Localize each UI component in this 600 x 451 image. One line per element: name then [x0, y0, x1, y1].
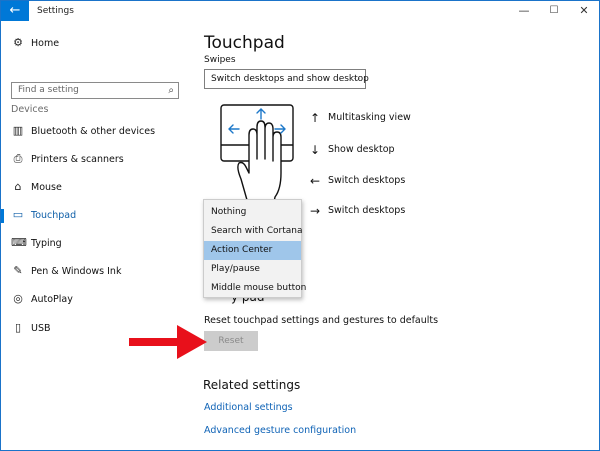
menu-item-label: Nothing	[211, 207, 247, 217]
menu-item-nothing[interactable]: Nothing	[204, 203, 301, 222]
maximize-button[interactable]: ☐	[539, 1, 569, 21]
sidebar-item-label: Bluetooth & other devices	[31, 126, 156, 137]
swipes-label: Swipes	[204, 55, 236, 65]
section-label-devices: Devices	[11, 104, 49, 115]
sidebar-item-label: Touchpad	[31, 210, 77, 221]
close-icon: ✕	[579, 4, 589, 17]
related-settings-heading: Related settings	[203, 378, 301, 392]
search-input[interactable]: Find a setting ⌕	[11, 82, 179, 99]
window-title: Settings	[37, 6, 74, 16]
reset-button[interactable]: Reset	[204, 331, 258, 351]
gesture-label: Switch desktops	[328, 175, 406, 186]
bluetooth-devices-icon: ▥	[12, 124, 24, 137]
search-icon: ⌕	[168, 85, 174, 96]
menu-item-play-pause[interactable]: Play/pause	[204, 260, 301, 279]
annotation-arrow-icon	[129, 325, 207, 359]
gesture-label: Show desktop	[328, 144, 395, 155]
sidebar-item-label: AutoPlay	[31, 294, 73, 305]
gesture-label: Switch desktops	[328, 205, 406, 216]
back-button[interactable]: ←	[1, 1, 29, 21]
sidebar-item-mouse[interactable]: ⌂ Mouse	[1, 177, 191, 199]
sidebar-item-label: Printers & scanners	[31, 154, 124, 165]
sidebar-item-label: Mouse	[31, 182, 62, 193]
sidebar-item-typing[interactable]: ⌨ Typing	[1, 233, 191, 255]
reset-description: Reset touchpad settings and gestures to …	[204, 315, 439, 326]
up-arrow-icon: ↑	[309, 111, 321, 125]
tap-action-menu: Nothing Search with Cortana Action Cente…	[203, 199, 306, 298]
menu-item-action-center[interactable]: Action Center	[204, 241, 301, 260]
touchpad-icon: ▭	[12, 208, 24, 221]
minimize-button[interactable]: —	[509, 1, 539, 21]
printer-icon: ⎙	[13, 152, 23, 165]
close-button[interactable]: ✕	[569, 1, 599, 21]
touchpad-hand-illustration	[220, 104, 294, 208]
usb-icon: ▯	[14, 321, 22, 334]
mouse-icon: ⌂	[14, 180, 22, 193]
sidebar-item-label: Home	[31, 38, 60, 49]
gear-icon: ⚙	[13, 36, 23, 49]
advanced-gesture-configuration-link[interactable]: Advanced gesture configuration	[204, 424, 356, 438]
menu-item-label: Play/pause	[211, 264, 260, 274]
settings-window: ← Settings — ☐ ✕ ⚙ Home Find a setting ⌕…	[0, 0, 600, 451]
sidebar-item-autoplay[interactable]: ◎ AutoPlay	[1, 289, 191, 311]
sidebar-item-touchpad[interactable]: ▭ Touchpad	[1, 205, 191, 227]
sidebar-item-printers[interactable]: ⎙ Printers & scanners	[1, 149, 191, 171]
sidebar-item-label: USB	[31, 323, 51, 334]
sidebar-item-bluetooth[interactable]: ▥ Bluetooth & other devices	[1, 121, 191, 143]
sidebar-item-label: Typing	[31, 238, 62, 249]
title-bar: ← Settings — ☐ ✕	[1, 1, 599, 21]
minimize-icon: —	[518, 4, 530, 17]
sidebar-item-home[interactable]: ⚙ Home	[1, 33, 191, 55]
selection-indicator	[1, 209, 4, 223]
keyboard-icon: ⌨	[11, 236, 27, 249]
search-placeholder: Find a setting	[18, 85, 79, 95]
swipes-dropdown[interactable]: Switch desktops and show desktop ⌵	[204, 69, 369, 89]
page-title: Touchpad	[204, 33, 285, 53]
swipes-dropdown-value: Switch desktops and show desktop	[211, 74, 369, 84]
annotation-arrow-shape	[129, 325, 207, 359]
sidebar-item-pen[interactable]: ✎ Pen & Windows Ink	[1, 261, 191, 283]
sidebar-item-label: Pen & Windows Ink	[31, 266, 122, 277]
gesture-label: Multitasking view	[328, 112, 411, 123]
menu-item-label: Middle mouse button	[211, 283, 307, 293]
chevron-down-icon: ⌵	[353, 74, 360, 83]
left-arrow-icon: ←	[309, 174, 321, 188]
autoplay-icon: ◎	[13, 292, 23, 305]
back-arrow-icon: ←	[9, 3, 21, 18]
sidebar: ⚙ Home Find a setting ⌕ Devices ▥ Blueto…	[1, 21, 191, 450]
menu-item-search-with-cortana[interactable]: Search with Cortana	[204, 222, 303, 241]
menu-item-middle-mouse-button[interactable]: Middle mouse button	[204, 279, 306, 298]
right-arrow-icon: →	[309, 204, 321, 218]
menu-item-label: Action Center	[211, 245, 273, 255]
down-arrow-icon: ↓	[309, 143, 321, 157]
pen-icon: ✎	[13, 264, 23, 277]
menu-item-label: Search with Cortana	[211, 226, 303, 236]
maximize-icon: ☐	[549, 5, 559, 16]
additional-settings-link[interactable]: Additional settings	[204, 401, 293, 415]
